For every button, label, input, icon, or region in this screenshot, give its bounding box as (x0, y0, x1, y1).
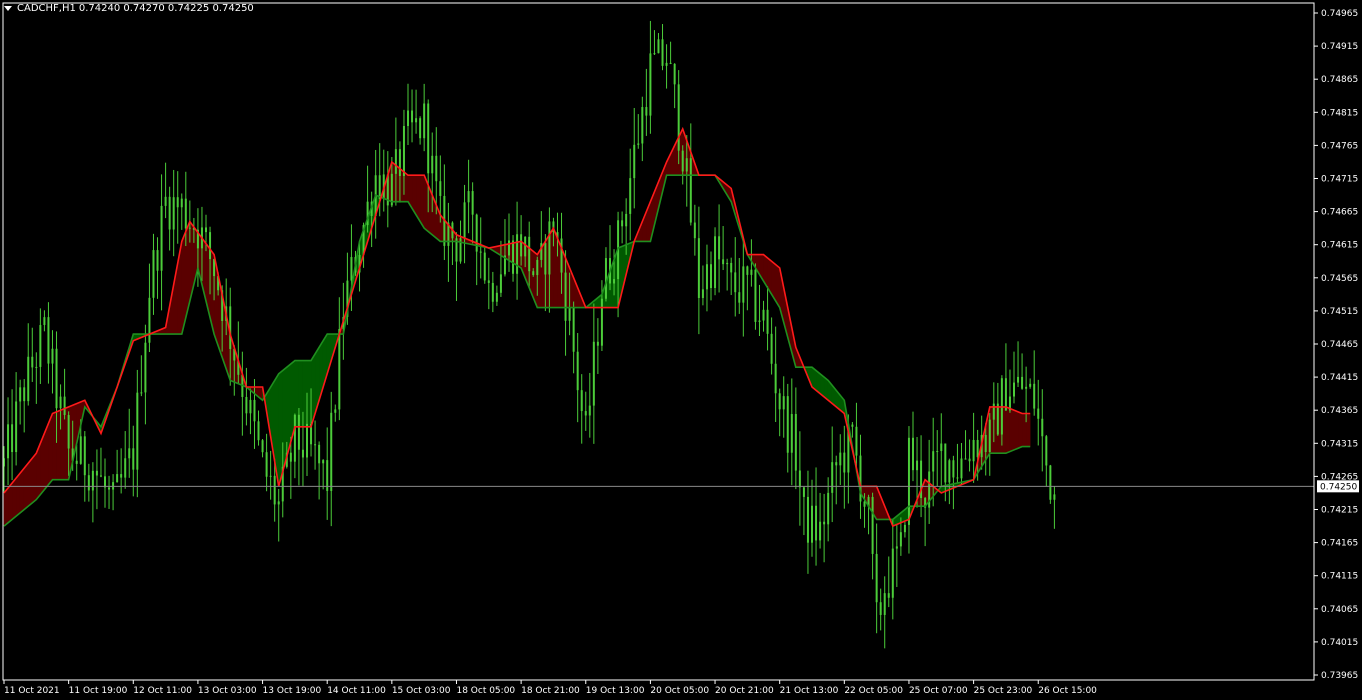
y-tick-label: 0.74365 (1321, 406, 1358, 416)
chart-header: CADCHF,H1 0.74240 0.74270 0.74225 0.7425… (4, 3, 254, 14)
cloud-segment (553, 228, 558, 308)
y-tick-label: 0.73965 (1321, 671, 1358, 681)
x-tick-label: 21 Oct 13:00 (780, 686, 839, 696)
x-tick-label: 19 Oct 13:00 (586, 686, 645, 696)
y-tick-label: 0.74215 (1321, 506, 1358, 516)
x-tick-label: 11 Oct 19:00 (69, 686, 128, 696)
x-tick-label: 25 Oct 23:00 (974, 686, 1033, 696)
x-tick-label: 15 Oct 03:00 (392, 686, 451, 696)
ohlc-values: 0.74240 0.74270 0.74225 0.74250 (78, 3, 254, 14)
cloud-segment (306, 360, 312, 428)
chart-background (0, 0, 1362, 700)
y-tick-label: 0.74565 (1321, 274, 1358, 284)
cloud-segment (56, 409, 61, 481)
current-price-box: 0.74250 (1317, 480, 1359, 493)
cloud-segment (7, 482, 13, 524)
cloud-segment (11, 477, 17, 521)
x-tick-label: 18 Oct 21:00 (521, 686, 580, 696)
cloud-segment (52, 411, 57, 481)
candle (754, 263, 757, 330)
cloud-segment (27, 457, 33, 507)
y-tick-label: 0.74115 (1321, 572, 1358, 582)
y-tick-label: 0.74165 (1321, 539, 1358, 549)
y-tick-label: 0.74615 (1321, 241, 1358, 251)
y-tick-label: 0.74515 (1321, 307, 1358, 317)
y-tick-label: 0.74715 (1321, 175, 1358, 185)
x-tick-label: 25 Oct 07:00 (909, 686, 968, 696)
cloud-segment (3, 487, 9, 527)
cloud-segment (19, 467, 25, 514)
cloud-segment (15, 472, 21, 517)
symbol-label: CADCHF,H1 (17, 3, 76, 14)
x-tick-label: 11 Oct 2021 (4, 686, 60, 696)
price-chart[interactable]: 0.74965 0.74915 0.74865 0.74815 0.74765 0.747… (0, 0, 1362, 700)
cloud-segment (1021, 413, 1027, 447)
cloud-segment (302, 360, 308, 428)
cloud-segment (48, 413, 53, 486)
x-tick-label: 20 Oct 21:00 (715, 686, 774, 696)
price-axis[interactable]: 0.74965 0.74915 0.74865 0.74815 0.74765 0.747… (1314, 9, 1358, 681)
y-tick-label: 0.74965 (1321, 9, 1358, 19)
cloud-segment (1017, 411, 1023, 449)
y-tick-label: 0.74315 (1321, 439, 1358, 449)
cloud-segment (1009, 408, 1015, 453)
cloud-segment (403, 171, 409, 202)
y-tick-label: 0.74415 (1321, 373, 1358, 383)
x-tick-label: 12 Oct 11:00 (133, 686, 192, 696)
cloud-segment (1005, 406, 1011, 454)
candle (1049, 464, 1052, 504)
y-tick-label: 0.74065 (1321, 605, 1358, 615)
x-tick-label: 18 Oct 05:00 (456, 686, 515, 696)
x-tick-label: 26 Oct 15:00 (1038, 686, 1097, 696)
price-box-label: 0.74250 (1320, 482, 1357, 492)
x-tick-label: 13 Oct 19:00 (263, 686, 322, 696)
x-tick-label: 22 Oct 05:00 (844, 686, 903, 696)
y-tick-label: 0.74465 (1321, 340, 1358, 350)
y-tick-label: 0.74865 (1321, 75, 1358, 85)
cloud-segment (60, 408, 65, 481)
y-tick-label: 0.74815 (1321, 108, 1358, 118)
x-tick-label: 20 Oct 05:00 (650, 686, 709, 696)
y-tick-label: 0.74765 (1321, 141, 1358, 151)
chart-menu-triangle-icon[interactable] (4, 6, 12, 11)
cloud-segment (1013, 409, 1019, 451)
y-tick-label: 0.74915 (1321, 42, 1358, 52)
y-tick-label: 0.74015 (1321, 638, 1358, 648)
cloud-segment (1025, 413, 1031, 447)
candle (714, 227, 717, 296)
cloud-segment (419, 174, 425, 230)
x-tick-label: 14 Oct 11:00 (327, 686, 386, 696)
x-tick-label: 13 Oct 03:00 (198, 686, 257, 696)
cloud-segment (31, 452, 37, 504)
y-tick-label: 0.74665 (1321, 208, 1358, 218)
